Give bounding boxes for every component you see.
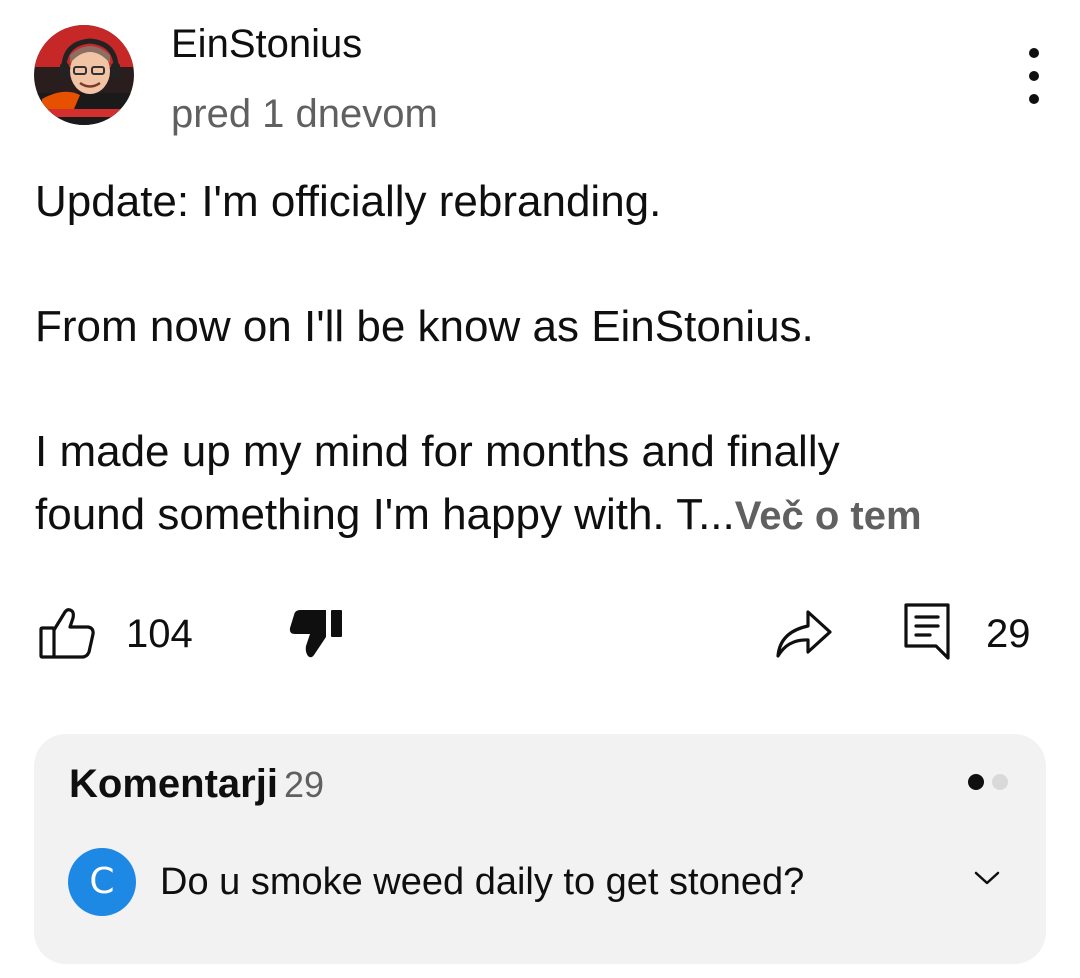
community-post: EinStonius pred 1 dnevom Update: I'm off… <box>0 0 1080 978</box>
post-text: Update: I'm officially rebranding. From … <box>35 170 1055 548</box>
commenter-avatar[interactable]: C <box>68 848 136 916</box>
post-line: I made up my mind for months and finally <box>35 427 840 476</box>
pager-dot-active <box>968 774 984 790</box>
like-count: 104 <box>126 612 193 656</box>
top-comment-text: Do u smoke weed daily to get stoned? <box>160 861 805 903</box>
share-button-icon[interactable] <box>774 606 834 662</box>
comments-header-count: 29 <box>283 764 324 805</box>
post-timestamp: pred 1 dnevom <box>171 92 438 136</box>
pager-dot-inactive <box>992 774 1008 790</box>
chevron-down-icon[interactable] <box>974 870 1000 886</box>
action-bar: 104 29 <box>0 596 1080 666</box>
author-avatar[interactable] <box>34 25 134 125</box>
pager-dots <box>968 774 1008 790</box>
read-more-link[interactable]: Več o tem <box>735 494 922 538</box>
dislike-button-icon[interactable] <box>288 606 346 660</box>
post-line: found something I'm happy with. T... <box>35 490 735 539</box>
comments-title: Komentarji <box>69 762 278 806</box>
comments-count: 29 <box>986 612 1031 656</box>
like-button-icon[interactable] <box>38 606 96 660</box>
comments-header: Komentarji 29 <box>69 760 324 809</box>
post-line: From now on I'll be know as EinStonius. <box>35 302 814 351</box>
post-line: Update: I'm officially rebranding. <box>35 177 662 226</box>
menu-dot-icon <box>1029 71 1039 81</box>
menu-dot-icon <box>1029 48 1039 58</box>
more-options-button[interactable] <box>1012 48 1056 104</box>
avatar-image <box>34 25 134 125</box>
author-name[interactable]: EinStonius <box>171 20 362 68</box>
menu-dot-icon <box>1029 94 1039 104</box>
comments-panel[interactable]: Komentarji 29 C Do u smoke weed daily to … <box>34 734 1046 964</box>
comments-button-icon[interactable] <box>902 602 952 662</box>
post-line-last: found something I'm happy with. T...Več … <box>35 483 1055 548</box>
